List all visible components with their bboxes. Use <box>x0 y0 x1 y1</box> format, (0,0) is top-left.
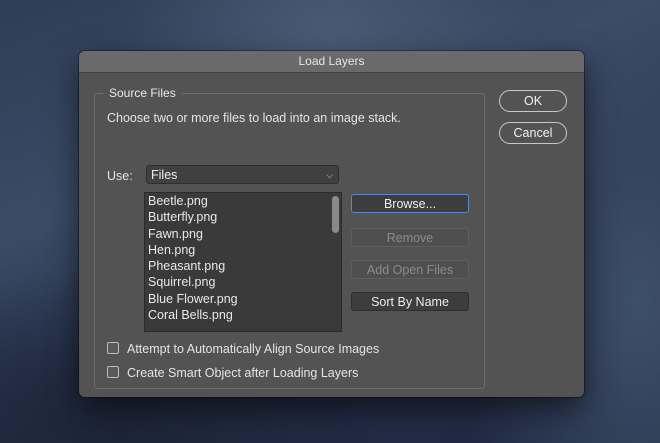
align-option-row[interactable]: Attempt to Automatically Align Source Im… <box>107 342 379 356</box>
dialog-title: Load Layers <box>79 51 584 73</box>
file-list-scrollbar[interactable] <box>332 196 339 233</box>
list-item[interactable]: Squirrel.png <box>145 274 341 290</box>
cancel-button[interactable]: Cancel <box>499 122 567 144</box>
source-files-description: Choose two or more files to load into an… <box>107 111 401 125</box>
list-item[interactable]: Blue Flower.png <box>145 291 341 307</box>
list-item[interactable]: Pheasant.png <box>145 258 341 274</box>
chevron-down-icon: ⌵ <box>326 170 333 180</box>
sort-by-name-button[interactable]: Sort By Name <box>351 292 469 311</box>
use-select[interactable]: Files ⌵ <box>146 165 339 184</box>
load-layers-dialog: Load Layers Source Files Choose two or m… <box>79 51 584 397</box>
smart-object-checkbox-label: Create Smart Object after Loading Layers <box>127 366 359 380</box>
list-item[interactable]: Hen.png <box>145 242 341 258</box>
list-item[interactable]: Fawn.png <box>145 226 341 242</box>
list-item[interactable]: Coral Bells.png <box>145 307 341 323</box>
ok-button[interactable]: OK <box>499 90 567 112</box>
align-checkbox[interactable] <box>107 342 119 354</box>
smart-object-option-row[interactable]: Create Smart Object after Loading Layers <box>107 366 358 380</box>
browse-button[interactable]: Browse... <box>351 194 469 213</box>
smart-object-checkbox[interactable] <box>107 366 119 378</box>
list-item[interactable]: Beetle.png <box>145 193 341 209</box>
remove-button[interactable]: Remove <box>351 228 469 247</box>
use-label: Use: <box>107 169 133 183</box>
add-open-files-button[interactable]: Add Open Files <box>351 260 469 279</box>
align-checkbox-label: Attempt to Automatically Align Source Im… <box>127 342 380 356</box>
use-select-value: Files <box>151 168 178 182</box>
list-item[interactable]: Butterfly.png <box>145 209 341 225</box>
source-files-label: Source Files <box>103 86 182 100</box>
file-list[interactable]: Beetle.png Butterfly.png Fawn.png Hen.pn… <box>144 192 342 332</box>
